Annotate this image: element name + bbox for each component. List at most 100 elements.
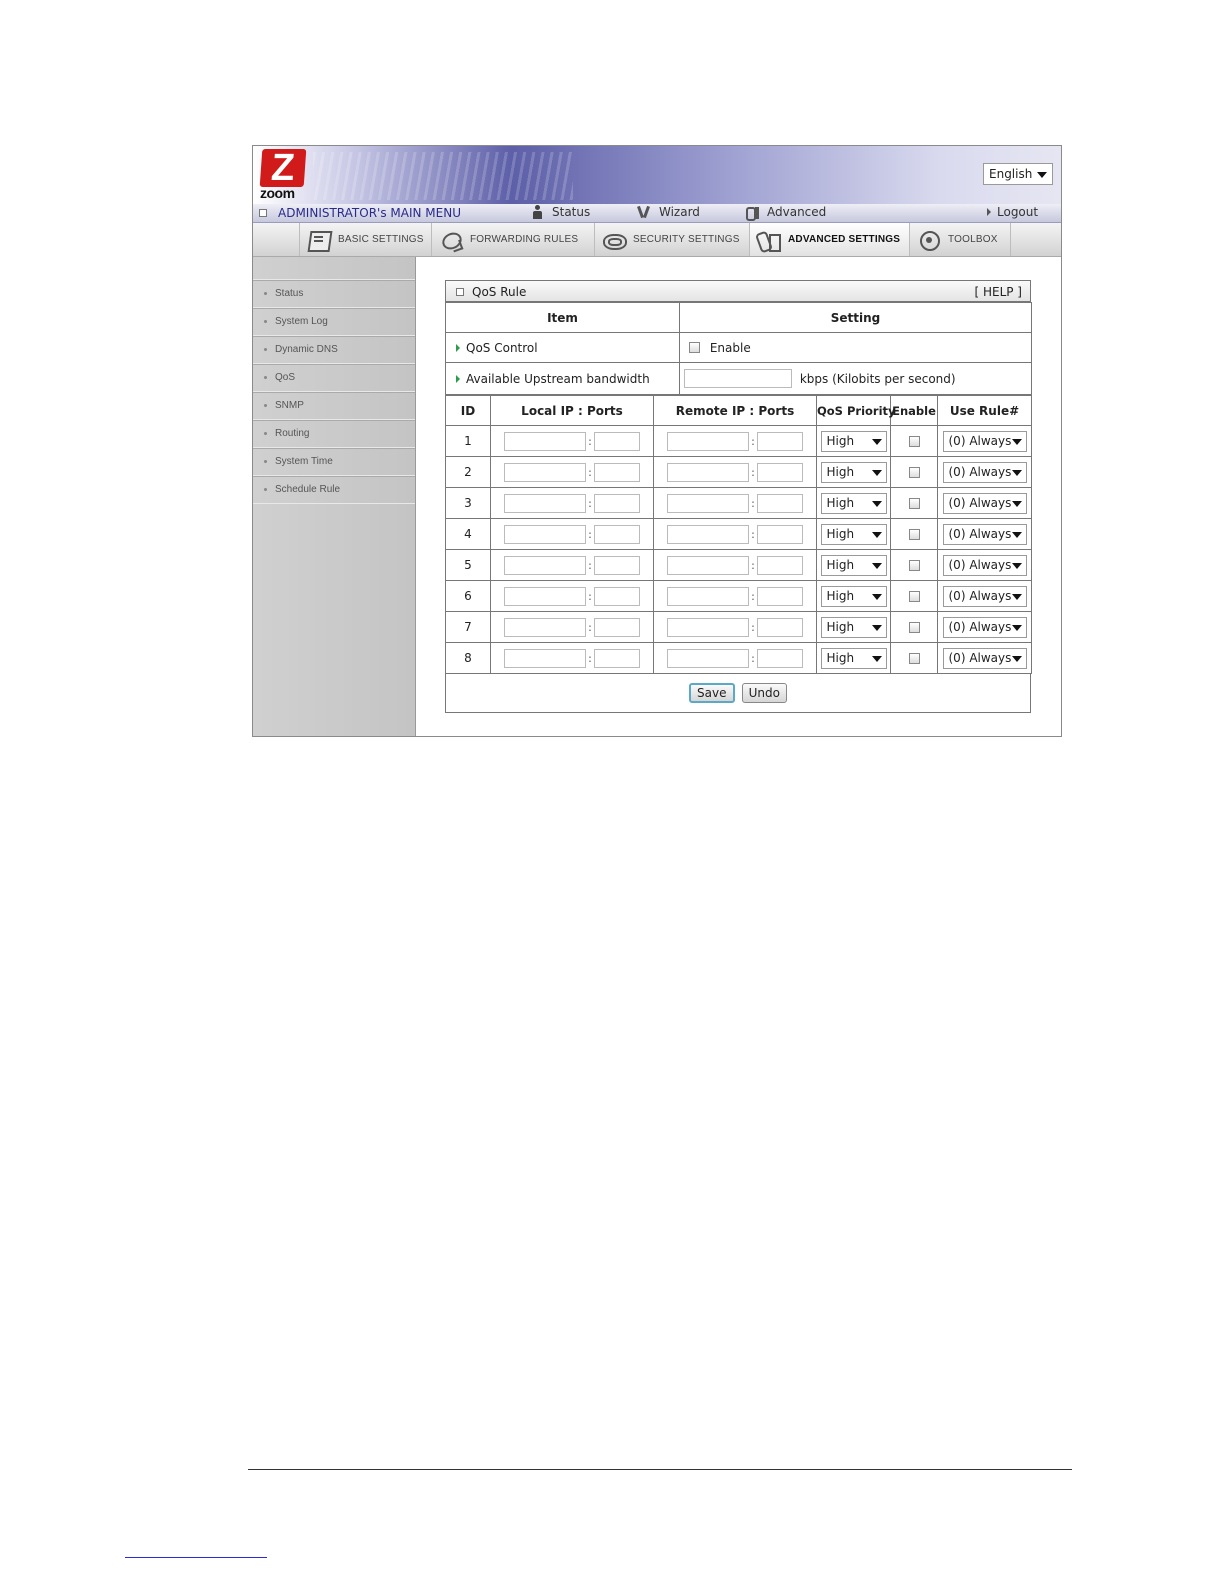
use-rule-cell: (0) Always — [937, 580, 1032, 612]
local-port-input[interactable] — [594, 648, 640, 668]
sidebar-item-snmp[interactable]: SNMP — [253, 392, 415, 420]
tab-basic-settings[interactable]: Basic Settings — [299, 223, 431, 256]
remote-port-input[interactable] — [757, 555, 803, 575]
local-ip-input[interactable] — [504, 617, 586, 637]
chevron-down-icon — [1011, 655, 1022, 662]
remote-ip-input[interactable] — [667, 524, 749, 544]
use-rule-select[interactable]: (0) Always — [942, 616, 1027, 638]
zoom-logo: Z zoom — [257, 147, 317, 201]
enable-cell — [890, 518, 938, 550]
local-port-input[interactable] — [594, 493, 640, 513]
qos-control-enable-checkbox[interactable] — [689, 342, 700, 354]
priority-select-value: High — [826, 464, 855, 479]
local-ip-input[interactable] — [504, 586, 586, 606]
sidebar-item-qos[interactable]: QoS — [253, 364, 415, 392]
use-rule-select[interactable]: (0) Always — [942, 554, 1027, 576]
remote-ip-input[interactable] — [667, 648, 749, 668]
remote-port-input[interactable] — [757, 586, 803, 606]
save-button[interactable]: Save — [689, 683, 735, 703]
priority-select[interactable]: High — [820, 585, 887, 607]
priority-select[interactable]: High — [820, 492, 887, 514]
sidebar-item-schedule-rule[interactable]: Schedule Rule — [253, 476, 415, 504]
remote-ip-input[interactable] — [667, 462, 749, 482]
remote-port-input[interactable] — [757, 462, 803, 482]
local-port-input[interactable] — [594, 462, 640, 482]
bandwidth-input[interactable] — [684, 369, 792, 388]
menu-advanced-link[interactable]: Advanced — [745, 205, 826, 221]
use-rule-select[interactable]: (0) Always — [942, 461, 1027, 483]
use-rule-select[interactable]: (0) Always — [942, 585, 1027, 607]
local-ip-input[interactable] — [504, 648, 586, 668]
rule-enable-checkbox[interactable] — [908, 498, 920, 509]
local-port-input[interactable] — [594, 524, 640, 544]
rule-enable-checkbox[interactable] — [908, 653, 920, 664]
language-select[interactable]: English — [983, 163, 1053, 185]
rule-id: 1 — [445, 425, 491, 457]
local-port-input[interactable] — [594, 555, 640, 575]
local-port-input[interactable] — [594, 431, 640, 451]
local-port-input[interactable] — [594, 586, 640, 606]
priority-select[interactable]: High — [820, 523, 887, 545]
remote-ip-input[interactable] — [667, 617, 749, 637]
remote-port-input[interactable] — [757, 617, 803, 637]
priority-select[interactable]: High — [820, 616, 887, 638]
priority-select[interactable]: High — [820, 461, 887, 483]
rule-enable-checkbox[interactable] — [908, 622, 920, 633]
remote-ip-input[interactable] — [667, 493, 749, 513]
help-link[interactable]: [ HELP ] — [974, 285, 1022, 299]
remote-port-input[interactable] — [757, 648, 803, 668]
qos-priority-column-header: QoS Priority — [816, 395, 896, 426]
priority-select[interactable]: High — [820, 430, 887, 452]
rule-enable-checkbox[interactable] — [908, 529, 920, 540]
router-admin-window: Z zoom English ADMINISTRATOR's MAIN MENU… — [252, 145, 1062, 737]
qos-rule-panel: QoS Rule [ HELP ] Item Setting QoS Contr… — [445, 280, 1032, 713]
remote-ip-input[interactable] — [667, 431, 749, 451]
tab-toolbox[interactable]: Toolbox — [909, 223, 1011, 256]
priority-select[interactable]: High — [820, 647, 887, 669]
panel-square-icon — [456, 288, 464, 296]
use-rule-select-value: (0) Always — [948, 495, 1012, 510]
remote-ip-input[interactable] — [667, 586, 749, 606]
sidebar-item-system-time[interactable]: System Time — [253, 448, 415, 476]
local-ip-input[interactable] — [504, 462, 586, 482]
local-ip-input[interactable] — [504, 555, 586, 575]
rule-enable-checkbox[interactable] — [908, 436, 920, 447]
rule-enable-checkbox[interactable] — [908, 560, 920, 571]
remote-port-input[interactable] — [757, 524, 803, 544]
undo-button[interactable]: Undo — [741, 683, 787, 703]
local-ip-ports-cell: : — [490, 642, 654, 674]
local-port-input[interactable] — [594, 617, 640, 637]
remote-ip-input[interactable] — [667, 555, 749, 575]
local-ip-ports-cell: : — [490, 456, 654, 488]
rule-id: 5 — [445, 549, 491, 581]
use-rule-select-value: (0) Always — [948, 619, 1012, 634]
tab-advanced-settings[interactable]: Advanced Settings — [749, 223, 909, 256]
tab-security-settings[interactable]: Security Settings — [594, 223, 749, 256]
sidebar-item-routing[interactable]: Routing — [253, 420, 415, 448]
sidebar-item-system-log[interactable]: System Log — [253, 308, 415, 336]
use-rule-select[interactable]: (0) Always — [942, 647, 1027, 669]
enable-cell — [890, 425, 938, 457]
remote-ip-ports-cell: : — [653, 611, 817, 643]
tab-forwarding-rules[interactable]: Forwarding Rules — [431, 223, 594, 256]
use-rule-select[interactable]: (0) Always — [942, 430, 1027, 452]
local-ip-input[interactable] — [504, 431, 586, 451]
remote-port-input[interactable] — [757, 493, 803, 513]
local-ip-input[interactable] — [504, 524, 586, 544]
menu-status-link[interactable]: Status — [530, 205, 590, 219]
priority-select[interactable]: High — [820, 554, 887, 576]
use-rule-select[interactable]: (0) Always — [942, 523, 1027, 545]
menu-wizard-link[interactable]: Wizard — [637, 205, 700, 219]
sidebar-item-status[interactable]: Status — [253, 280, 415, 308]
use-rule-select[interactable]: (0) Always — [942, 492, 1027, 514]
colon-separator: : — [588, 558, 592, 572]
use-rule-select-value: (0) Always — [948, 433, 1012, 448]
rule-enable-checkbox[interactable] — [908, 591, 920, 602]
bandwidth-label: Available Upstream bandwidth — [466, 371, 650, 386]
sidebar-item-dynamic-dns[interactable]: Dynamic DNS — [253, 336, 415, 364]
use-rule-column-header: Use Rule# — [937, 395, 1032, 426]
local-ip-input[interactable] — [504, 493, 586, 513]
logout-link[interactable]: Logout — [987, 205, 1038, 219]
remote-port-input[interactable] — [757, 431, 803, 451]
rule-enable-checkbox[interactable] — [908, 467, 920, 478]
